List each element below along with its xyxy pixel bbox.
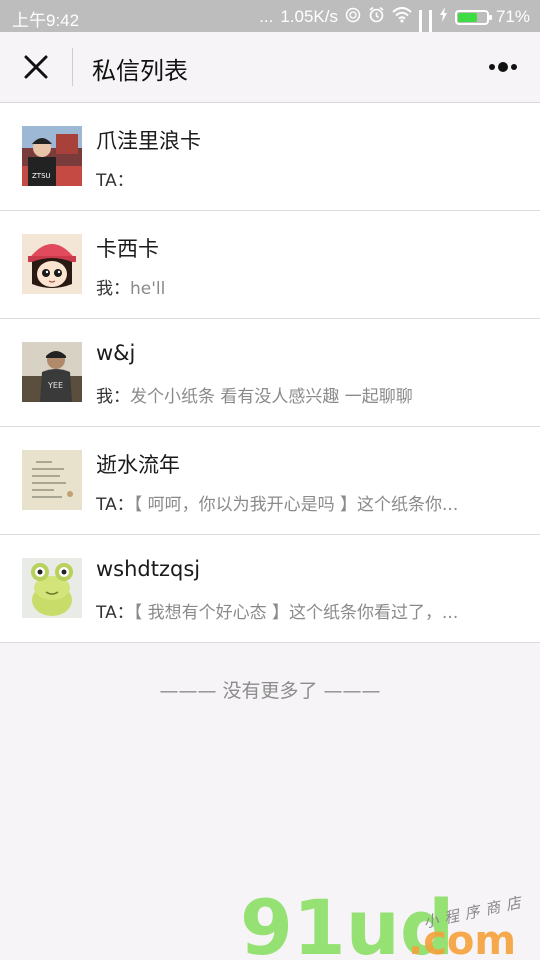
avatar: YEE [22,342,82,402]
message-text: 【 呵呵，你以为我开心是吗 】这个纸条你... [133,495,459,515]
avatar [22,234,82,294]
sender-label: TA： [96,171,134,191]
message-text: he'll [130,279,166,299]
message-text: 发个小纸条 看有没人感兴趣 一起聊聊 [130,387,413,407]
conversation-list: ZTSU 爪洼里浪卡 TA： 卡西卡 我：he'll YEE w&j 我：发个小… [0,103,540,643]
status-bar: 上午9:42 ... 1.05K/s 71% [0,0,540,44]
svg-text:YEE: YEE [47,381,63,390]
conversation-name: 卡西卡 [96,237,159,261]
conversation-name: wshdtzqsj [96,557,201,581]
conversation-preview: 我：发个小纸条 看有没人感兴趣 一起聊聊 [96,382,516,407]
nav-divider [72,48,73,86]
conversation-item[interactable]: 卡西卡 我：he'll [0,211,540,319]
nav-bar: 私信列表 [0,32,540,103]
conversation-item[interactable]: YEE w&j 我：发个小纸条 看有没人感兴趣 一起聊聊 [0,319,540,427]
message-text: 【 我想有个好心态 】这个纸条你看过了，... [133,603,459,623]
more-icon [489,62,517,72]
more-dots: ... [259,7,274,26]
battery-percent: 71% [495,7,530,26]
conversation-item[interactable]: 逝水流年 TA：【 呵呵，你以为我开心是吗 】这个纸条你... [0,427,540,535]
conversation-item[interactable]: ZTSU 爪洼里浪卡 TA： [0,103,540,211]
status-time: 上午9:42 [12,11,80,30]
svg-text:ZTSU: ZTSU [32,172,51,180]
sender-label: TA： [96,603,134,623]
conversation-item[interactable]: wshdtzqsj TA：【 我想有个好心态 】这个纸条你看过了，... [0,535,540,643]
alarm-icon [368,6,385,28]
avatar: ZTSU [22,126,82,186]
network-speed: 1.05K/s [280,7,338,26]
charging-icon [439,7,448,27]
hotspot-icon [345,7,361,28]
conversation-preview: TA： [96,166,516,191]
watermark-logo: 91ud .com 小程序商店 [240,883,528,960]
status-indicators: ... 1.05K/s 71% [259,6,530,44]
close-button[interactable] [18,49,54,85]
signal-icon-2 [428,10,432,44]
sender-label: 我： [96,387,130,407]
avatar [22,558,82,618]
signal-icon [418,10,422,44]
close-icon [24,55,48,79]
conversation-preview: TA：【 我想有个好心态 】这个纸条你看过了，... [96,598,516,623]
conversation-name: 爪洼里浪卡 [96,129,201,153]
battery-icon [454,9,492,25]
conversation-name: w&j [96,341,136,365]
conversation-name: 逝水流年 [96,453,180,477]
avatar [22,450,82,510]
conversation-preview: TA：【 呵呵，你以为我开心是吗 】这个纸条你... [96,490,516,515]
sender-label: TA： [96,495,134,515]
no-more-text: ——— 没有更多了 ——— [159,680,381,702]
conversation-preview: 我：he'll [96,274,516,299]
sender-label: 我： [96,279,130,299]
wifi-icon [392,6,412,28]
more-button[interactable] [488,56,520,78]
page-title: 私信列表 [92,57,188,85]
